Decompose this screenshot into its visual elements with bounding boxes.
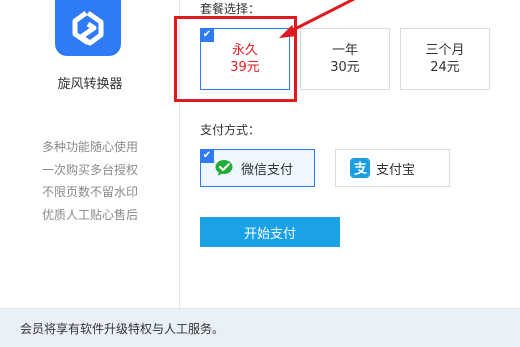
plan-price: 24元 — [430, 60, 460, 75]
payment-option-wechat[interactable]: ✔ 微信支付 — [200, 149, 315, 187]
plan-price: 30元 — [330, 60, 360, 75]
plan-card-three-months[interactable]: 三个月 24元 — [400, 28, 490, 90]
feature-item: 不限页数不留水印 — [41, 185, 138, 199]
plan-name: 一年 — [331, 43, 358, 58]
cyclone-logo-icon — [72, 10, 104, 46]
plan-name: 三个月 — [425, 43, 465, 58]
app-name: 旋风转换器 — [57, 77, 123, 92]
plan-card-one-year[interactable]: 一年 30元 — [300, 28, 390, 90]
payment-option-alipay[interactable]: 支付宝 — [335, 149, 450, 187]
package-label: 套餐选择： — [200, 2, 261, 16]
left-panel: 旋风转换器 多种功能随心使用 一次购买多台授权 不限页数不留水印 优质人工贴心售… — [0, 0, 180, 308]
feature-item: 优质人工贴心售后 — [41, 207, 138, 222]
feature-item: 多种功能随心使用 — [41, 140, 138, 154]
feature-item: 一次购买多台授权 — [41, 162, 138, 177]
feature-list: 多种功能随心使用 一次购买多台授权 不限页数不留水印 优质人工贴心售后 — [0, 136, 180, 226]
highlight-box — [174, 16, 297, 102]
footer: 会员将享有软件升级特权与人工服务。 — [0, 308, 520, 347]
payment-name: 微信支付 — [241, 162, 294, 178]
alipay-icon — [350, 158, 370, 178]
payment-name: 支付宝 — [376, 162, 416, 178]
start-payment-button[interactable]: 开始支付 — [200, 217, 340, 247]
wechat-pay-icon — [215, 159, 235, 177]
footer-text: 会员将享有软件升级特权与人工服务。 — [20, 322, 225, 336]
app-logo-icon — [55, 0, 121, 56]
check-icon: ✔ — [200, 149, 214, 163]
payment-label: 支付方式： — [200, 123, 261, 137]
